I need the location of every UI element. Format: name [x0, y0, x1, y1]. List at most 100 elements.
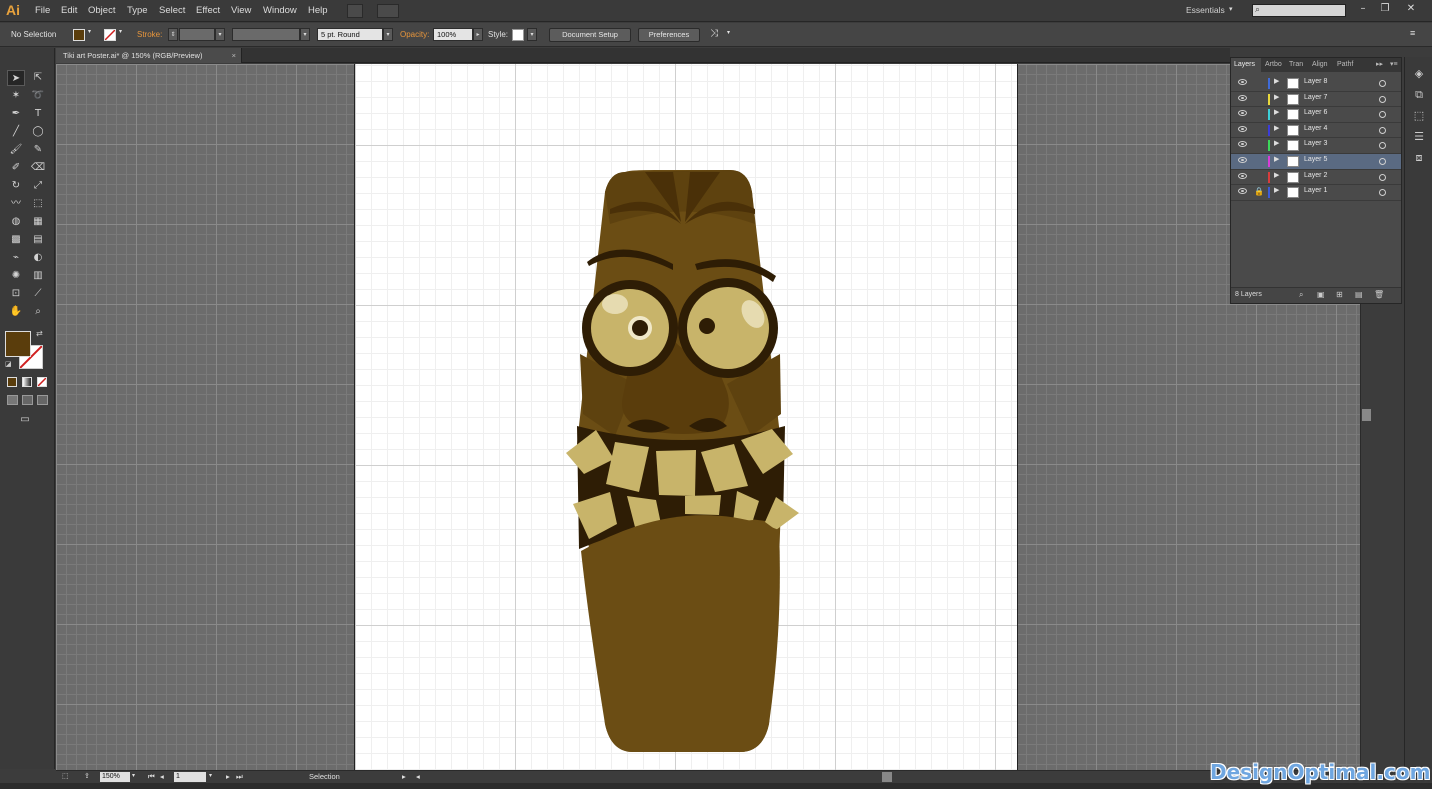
mesh-tool-icon[interactable]: ▩ [7, 232, 25, 248]
layer-row[interactable]: 🔒 ▶ Layer 1 [1231, 185, 1401, 201]
layer-row[interactable]: ▶ Layer 5 [1231, 154, 1401, 170]
selection-tool-icon[interactable]: ➤ [7, 70, 25, 86]
layer-name[interactable]: Layer 6 [1304, 109, 1327, 116]
symbol-sprayer-tool-icon[interactable]: ✺ [7, 268, 25, 284]
help-search-input[interactable]: ⌕ [1252, 4, 1346, 17]
next-artboard-icon[interactable]: ▸ [226, 772, 230, 781]
layer-name[interactable]: Layer 4 [1304, 125, 1327, 132]
scroll-left-arrow[interactable]: ◂ [416, 772, 420, 781]
warp-tool-icon[interactable]: 〰 [7, 196, 25, 212]
opacity-dropdown[interactable]: ▸ [473, 28, 483, 41]
fill-color-swatch-front[interactable] [5, 331, 31, 357]
free-transform-tool-icon[interactable]: ⬚ [29, 196, 47, 212]
stroke-label[interactable]: Stroke: [137, 30, 162, 39]
last-artboard-icon[interactable]: ⏭ [236, 772, 243, 782]
expand-triangle-icon[interactable]: ▶ [1274, 139, 1279, 147]
draw-behind-icon[interactable] [22, 395, 33, 405]
none-mode-icon[interactable] [37, 377, 47, 387]
delete-layer-icon[interactable]: 🗑 [1374, 290, 1384, 299]
swap-colors-icon[interactable]: ⇄ [36, 329, 43, 338]
direct-selection-tool-icon[interactable]: ⇱ [29, 70, 47, 86]
lock-icon[interactable]: 🔒 [1254, 187, 1264, 196]
perspective-grid-tool-icon[interactable]: ▦ [29, 214, 47, 230]
bridge-button[interactable] [347, 4, 363, 18]
chevron-down-icon[interactable]: ▾ [1229, 5, 1233, 13]
layer-name[interactable]: Layer 8 [1304, 78, 1327, 85]
artboard-field[interactable]: 1 [174, 772, 206, 782]
isolation-icon[interactable]: ⤨ [710, 28, 718, 39]
draw-normal-icon[interactable] [7, 395, 18, 405]
expand-triangle-icon[interactable]: ▶ [1274, 124, 1279, 132]
layer-row[interactable]: ▶ Layer 8 [1231, 76, 1401, 92]
scale-tool-icon[interactable]: ⤢ [29, 178, 47, 194]
target-circle-icon[interactable] [1379, 189, 1386, 197]
menu-edit[interactable]: Edit [61, 5, 77, 16]
workspace-switcher[interactable]: Essentials [1186, 5, 1225, 15]
pencil-tool-icon[interactable]: ✎ [29, 142, 47, 158]
tab-layers[interactable]: Layers [1231, 58, 1261, 72]
layer-row[interactable]: ▶ Layer 7 [1231, 92, 1401, 108]
type-tool-icon[interactable]: T [29, 106, 47, 122]
first-artboard-icon[interactable]: ⏮ [148, 772, 155, 782]
variable-width-profile[interactable] [232, 28, 300, 41]
visibility-eye-icon[interactable] [1238, 110, 1247, 117]
tab-transform[interactable]: Tran [1286, 58, 1308, 72]
target-circle-icon[interactable] [1379, 126, 1386, 134]
document-setup-button[interactable]: Document Setup [549, 28, 631, 42]
pen-tool-icon[interactable]: ✒ [7, 106, 25, 122]
magic-wand-tool-icon[interactable]: ✶ [7, 88, 25, 104]
layers-dock-icon[interactable]: ◈ [1411, 67, 1427, 81]
previous-artboard-icon[interactable]: ◂ [160, 772, 164, 781]
clipping-mask-icon[interactable]: ▣ [1317, 290, 1325, 299]
layer-name[interactable]: Layer 5 [1304, 156, 1327, 163]
visibility-eye-icon[interactable] [1238, 125, 1247, 132]
menu-view[interactable]: View [231, 5, 251, 16]
draw-inside-icon[interactable] [37, 395, 48, 405]
tab-artboards[interactable]: Artbo [1262, 58, 1284, 72]
status-menu-arrow[interactable]: ▸ [402, 772, 406, 781]
artboard[interactable] [354, 64, 1018, 770]
menu-effect[interactable]: Effect [196, 5, 220, 16]
fill-swatch[interactable] [73, 29, 85, 41]
new-sublayer-icon[interactable]: ⊞ [1336, 290, 1343, 299]
preferences-button[interactable]: Preferences [638, 28, 700, 42]
style-dropdown[interactable]: ▾ [527, 28, 537, 41]
shape-builder-tool-icon[interactable]: ◍ [7, 214, 25, 230]
target-circle-icon[interactable] [1379, 173, 1386, 181]
expand-triangle-icon[interactable]: ▶ [1274, 171, 1279, 179]
visibility-eye-icon[interactable] [1238, 94, 1247, 101]
visibility-eye-icon[interactable] [1238, 172, 1247, 179]
target-circle-icon[interactable] [1379, 95, 1386, 103]
stroke-weight-stepper[interactable]: ⇕ [168, 28, 178, 41]
horizontal-scroll-thumb[interactable] [882, 772, 892, 782]
gradient-mode-icon[interactable] [22, 377, 32, 387]
close-button[interactable]: ✕ [1400, 2, 1422, 15]
visibility-eye-icon[interactable] [1238, 79, 1247, 85]
menu-window[interactable]: Window [263, 5, 297, 16]
gradient-tool-icon[interactable]: ▤ [29, 232, 47, 248]
tab-align[interactable]: Align [1309, 58, 1333, 72]
layer-row[interactable]: ▶ Layer 6 [1231, 107, 1401, 123]
control-menu-icon[interactable]: ≡ [1410, 28, 1415, 38]
rotate-tool-icon[interactable]: ↻ [7, 178, 25, 194]
vertical-scroll-thumb[interactable] [1362, 409, 1371, 421]
chevron-down-icon[interactable]: ▾ [132, 772, 135, 779]
profile-dropdown[interactable]: ▾ [300, 28, 310, 41]
tiki-artwork[interactable] [355, 64, 1019, 770]
chevron-down-icon[interactable]: ▾ [119, 28, 122, 35]
document-tab[interactable]: Tiki art Poster.ai* @ 150% (RGB/Preview)… [56, 48, 242, 63]
artboards-dock-icon[interactable]: ⧉ [1411, 88, 1427, 102]
opacity-label[interactable]: Opacity: [400, 30, 429, 39]
lasso-tool-icon[interactable]: ➰ [29, 88, 47, 104]
layer-row[interactable]: ▶ Layer 3 [1231, 138, 1401, 154]
pathfinder-dock-icon[interactable]: ⧈ [1411, 151, 1427, 165]
stroke-weight-dropdown[interactable]: ▾ [215, 28, 225, 41]
brush-dropdown[interactable]: ▾ [383, 28, 393, 41]
layer-name[interactable]: Layer 7 [1304, 94, 1327, 101]
expand-triangle-icon[interactable]: ▶ [1274, 186, 1279, 194]
canvas-area[interactable] [56, 64, 1360, 770]
layer-name[interactable]: Layer 3 [1304, 140, 1327, 147]
chevron-down-icon[interactable]: ▾ [727, 29, 730, 36]
target-circle-icon[interactable] [1379, 111, 1386, 119]
opacity-field[interactable]: 100% [433, 28, 473, 41]
